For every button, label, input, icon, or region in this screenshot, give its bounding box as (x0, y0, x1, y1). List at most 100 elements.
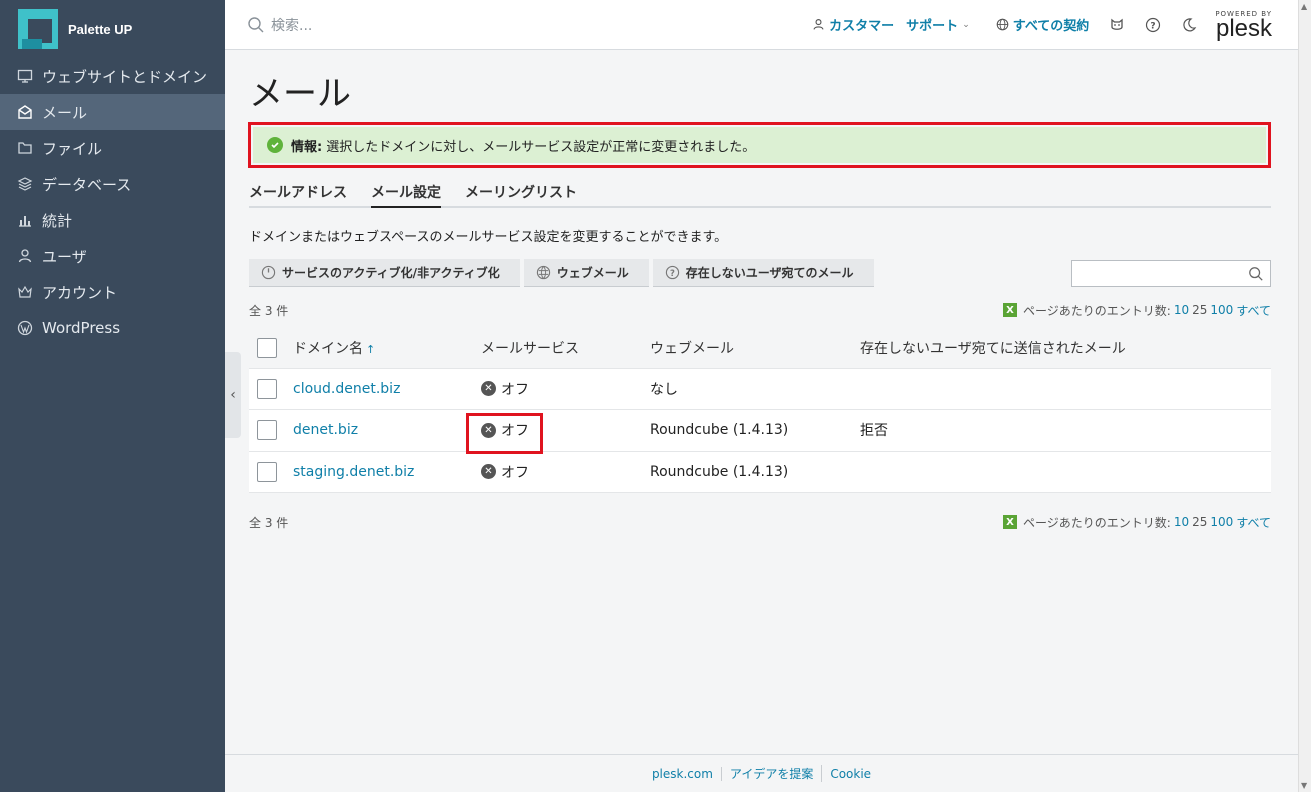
brand-name: Palette UP (68, 21, 133, 37)
page-size-all[interactable]: すべて (1236, 514, 1271, 531)
help-icon[interactable]: ? (1145, 17, 1161, 33)
domain-link[interactable]: cloud.denet.biz (293, 381, 400, 397)
list-search-input[interactable] (1072, 260, 1242, 286)
alert-content: 情報: 選択したドメインに対し、メールサービス設定が正常に変更されました。 (253, 127, 1266, 163)
sidebar-item-websites[interactable]: ウェブサイトとドメイン (0, 58, 225, 94)
page-size-10[interactable]: 10 (1174, 303, 1189, 317)
tab-mailing-lists[interactable]: メーリングリスト (465, 182, 577, 208)
entries-label: ページあたりのエントリ数: (1023, 515, 1171, 530)
domain-link[interactable]: denet.biz (293, 422, 358, 438)
webmail-value: Roundcube (1.4.13) (650, 422, 789, 439)
table-row: cloud.denet.biz ✕ オフ なし (249, 368, 1271, 410)
off-icon: ✕ (481, 464, 496, 480)
toolbar: サービスのアクティブ化/非アクティブ化 ウェブメール ? 存在しないユーザ宛ての… (249, 259, 1271, 287)
subscriptions-label: すべての契約 (1012, 19, 1090, 34)
header-mail-service[interactable]: メールサービス (481, 328, 650, 368)
sidebar-item-statistics[interactable]: 統計 (0, 202, 225, 238)
webmail-button[interactable]: ウェブメール (523, 259, 649, 287)
mail-tabs: メールアドレス メール設定 メーリングリスト (249, 182, 1271, 208)
brand[interactable]: Palette UP (0, 0, 225, 58)
entries-label: ページあたりのエントリ数: (1023, 303, 1171, 318)
cat-icon[interactable] (1109, 17, 1125, 33)
page-size-25[interactable]: 25 (1192, 303, 1207, 317)
svg-text:?: ? (670, 268, 675, 278)
off-icon: ✕ (481, 381, 496, 397)
row-checkbox[interactable] (257, 461, 277, 482)
customer-link[interactable]: カスタマー (812, 15, 894, 34)
subscriptions-link[interactable]: すべての契約 (996, 15, 1090, 34)
sidebar-item-mail[interactable]: メール (0, 94, 225, 130)
header-webmail[interactable]: ウェブメール (650, 328, 860, 368)
sidebar-item-databases[interactable]: データベース (0, 166, 225, 202)
tab-mail-addresses[interactable]: メールアドレス (249, 182, 347, 208)
mail-service-status: ✕ オフ (481, 462, 529, 482)
page-size-25[interactable]: 25 (1192, 515, 1207, 529)
moon-icon[interactable] (1181, 17, 1197, 33)
row-checkbox[interactable] (257, 378, 277, 399)
sidebar: Palette UP ウェブサイトとドメイン メール ファイル データベース 統… (0, 0, 225, 792)
sidebar-item-label: アカウント (42, 283, 118, 302)
help-icon: ? (665, 265, 679, 280)
brand-logo (18, 9, 58, 49)
page-scrollbar[interactable]: ▲ ▼ (1298, 0, 1311, 792)
plesk-logo: POWERED BY plesk (1215, 9, 1272, 42)
nonexistent-value (860, 368, 1271, 410)
nonexistent-mail-button[interactable]: ? 存在しないユーザ宛てのメール (652, 259, 874, 287)
success-alert: 情報: 選択したドメインに対し、メールサービス設定が正常に変更されました。 (248, 122, 1271, 168)
table-header-row: ドメイン名 ↑ メールサービス ウェブメール 存在しないユーザ宛てに送信されたメー… (249, 328, 1271, 368)
nonexistent-value (860, 451, 1271, 493)
header-domain[interactable]: ドメイン名 ↑ (293, 328, 481, 368)
webmail-value: なし (650, 381, 678, 398)
excel-export-icon[interactable]: X (1003, 515, 1018, 529)
alert-label: 情報: (291, 139, 323, 155)
support-menu[interactable]: サポート ⌄ (906, 15, 970, 34)
mail-service-status: ✕ オフ (481, 379, 529, 399)
crown-icon (16, 283, 34, 301)
page-size-selector: X ページあたりのエントリ数: 10 25 100 すべて (1003, 302, 1271, 319)
sidebar-item-files[interactable]: ファイル (0, 130, 225, 166)
mail-settings-table: ドメイン名 ↑ メールサービス ウェブメール 存在しないユーザ宛てに送信されたメー… (249, 328, 1271, 493)
page-size-100[interactable]: 100 (1210, 515, 1233, 529)
footer-link-plesk[interactable]: plesk.com (644, 766, 722, 781)
table-row: staging.denet.biz ✕ オフ Roundcube (1.4.13) (249, 451, 1271, 493)
sidebar-item-label: WordPress (42, 319, 121, 337)
folder-icon (16, 139, 34, 157)
total-count: 全 3 件 (249, 515, 289, 530)
domain-link[interactable]: staging.denet.biz (293, 464, 414, 480)
user-icon (16, 247, 34, 265)
footer-link-ideas[interactable]: アイデアを提案 (722, 765, 823, 782)
sort-up-icon: ↑ (366, 342, 376, 356)
sidebar-item-account[interactable]: アカウント (0, 274, 225, 310)
global-search[interactable]: 検索... (247, 15, 787, 35)
power-icon (261, 265, 276, 280)
scroll-down-icon[interactable]: ▼ (1301, 781, 1307, 790)
header-nonexistent[interactable]: 存在しないユーザ宛てに送信されたメール (860, 328, 1271, 368)
database-icon (16, 175, 34, 193)
sidebar-item-label: ファイル (42, 139, 103, 158)
global-search-placeholder: 検索... (271, 17, 313, 34)
chevron-left-icon: ‹ (230, 387, 236, 403)
tab-mail-settings[interactable]: メール設定 (371, 182, 441, 208)
monitor-icon (16, 67, 34, 85)
page-size-10[interactable]: 10 (1174, 515, 1189, 529)
search-icon[interactable] (1248, 266, 1264, 282)
footer-link-cookie[interactable]: Cookie (822, 767, 879, 781)
activate-service-button[interactable]: サービスのアクティブ化/非アクティブ化 (249, 259, 520, 287)
sidebar-item-label: データベース (42, 175, 132, 194)
excel-export-icon[interactable]: X (1003, 303, 1018, 317)
alert-message: 選択したドメインに対し、メールサービス設定が正常に変更されました。 (326, 139, 756, 155)
sidebar-item-wordpress[interactable]: WordPress (0, 310, 225, 346)
page-size-selector: X ページあたりのエントリ数: 10 25 100 すべて (1003, 514, 1271, 531)
sidebar-item-label: ウェブサイトとドメイン (42, 67, 208, 86)
globe-icon (996, 18, 1009, 31)
check-circle-icon (267, 137, 283, 153)
sidebar-item-label: メール (42, 103, 88, 122)
scroll-up-icon[interactable]: ▲ (1301, 2, 1307, 11)
page-size-all[interactable]: すべて (1236, 302, 1271, 319)
page-size-100[interactable]: 100 (1210, 303, 1233, 317)
sidebar-collapse-handle[interactable]: ‹ (225, 352, 241, 438)
sidebar-item-label: 統計 (42, 211, 73, 230)
select-all-checkbox[interactable] (257, 337, 277, 358)
sidebar-item-users[interactable]: ユーザ (0, 238, 225, 274)
row-checkbox[interactable] (257, 420, 277, 441)
